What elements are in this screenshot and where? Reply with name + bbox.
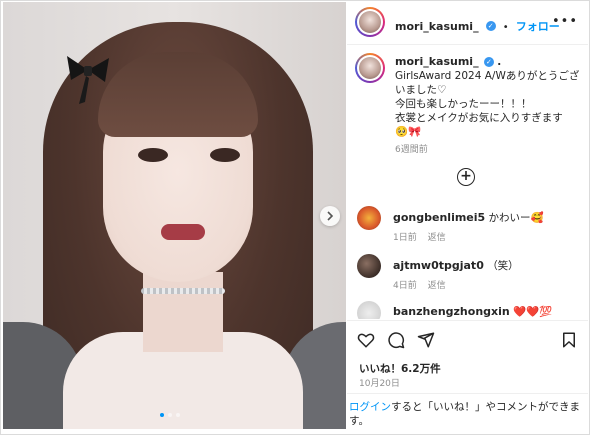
- caption-username-row: mori_kasumi_ ✓ .: [395, 55, 502, 68]
- share-icon[interactable]: [417, 331, 435, 349]
- carousel-next-button[interactable]: [320, 206, 340, 226]
- login-link[interactable]: ログイン: [349, 401, 391, 413]
- comment-username[interactable]: ajtmw0tpgjat0: [393, 259, 484, 272]
- hair-bow: [67, 56, 109, 104]
- more-options-icon[interactable]: •••: [552, 14, 578, 29]
- caption-dot: .: [497, 56, 502, 68]
- post-header: mori_kasumi_ ✓ • フォロー •••: [347, 0, 588, 45]
- post-actions: [347, 320, 588, 361]
- heart-icon[interactable]: [357, 331, 375, 349]
- photo-lips: [161, 224, 205, 240]
- carousel-dot: [160, 413, 164, 417]
- comment-body: banzhengzhongxin ❤️❤️💯: [393, 305, 552, 318]
- photo-eye-left: [138, 148, 168, 162]
- comment-text: かわいー🥰: [488, 212, 544, 224]
- verified-badge-icon: ✓: [485, 20, 496, 31]
- comment-username[interactable]: gongbenlimei5: [393, 211, 485, 224]
- comment-time: 4日前: [393, 281, 417, 291]
- photo-necklace: [141, 288, 225, 294]
- post-date[interactable]: 10月20日: [359, 376, 400, 389]
- caption-username[interactable]: mori_kasumi_: [395, 55, 479, 68]
- comment-text: （笑）: [487, 260, 519, 272]
- caption-line: 衣裳とメイクがお気に入りすぎます: [395, 112, 563, 124]
- comment-avatar[interactable]: [357, 206, 381, 230]
- header-username[interactable]: mori_kasumi_: [395, 20, 479, 33]
- comment-time: 1日前: [393, 233, 417, 243]
- comment-text: ❤️❤️💯: [513, 306, 553, 318]
- carousel-dot: [176, 413, 180, 417]
- caption-line: GirlsAward 2024 A/Wありがとうござ: [395, 70, 580, 82]
- like-count[interactable]: いいね！6.2万件: [359, 361, 441, 376]
- caption-line: 今回も楽しかったーー！！！: [395, 98, 532, 110]
- header-separator: •: [502, 22, 509, 33]
- comment-avatar[interactable]: [357, 301, 381, 319]
- comment-avatar[interactable]: [357, 254, 381, 278]
- carousel-dot: [168, 413, 172, 417]
- caption-line: 🥺🎀: [395, 126, 422, 138]
- post-photo[interactable]: [3, 2, 346, 429]
- photo-neck: [143, 272, 223, 352]
- photo-eye-right: [210, 148, 240, 162]
- comment-meta: 1日前 返信: [393, 230, 454, 243]
- avatar-image: [359, 11, 381, 33]
- comment-icon[interactable]: [387, 331, 405, 349]
- caption-time[interactable]: 6週間前: [395, 143, 580, 157]
- comment-reply-button[interactable]: 返信: [428, 281, 446, 291]
- comment-body: ajtmw0tpgjat0 （笑）: [393, 258, 519, 273]
- chevron-right-icon: [327, 211, 334, 221]
- avatar-image: [359, 57, 381, 79]
- author-avatar[interactable]: [355, 7, 385, 37]
- caption-author-avatar[interactable]: [355, 53, 385, 83]
- post-side-panel: mori_kasumi_ ✓ • フォロー ••• mori_kasumi_ ✓…: [347, 0, 588, 433]
- add-circle-icon[interactable]: +: [457, 168, 475, 186]
- carousel-dots: [160, 413, 180, 417]
- header-user-row: mori_kasumi_ ✓ • フォロー: [395, 15, 560, 34]
- comment-body: gongbenlimei5 かわいー🥰: [393, 210, 544, 225]
- caption-line: いました♡: [395, 84, 447, 96]
- bookmark-icon[interactable]: [560, 331, 578, 349]
- comment-reply-button[interactable]: 返信: [428, 233, 446, 243]
- comment-username[interactable]: banzhengzhongxin: [393, 305, 510, 318]
- comment-meta: 4日前 返信: [393, 278, 454, 291]
- login-prompt: ログインすると「いいね！」やコメントができます。: [347, 393, 588, 428]
- verified-badge-icon: ✓: [483, 57, 494, 67]
- comment-item: banzhengzhongxin ❤️❤️💯: [357, 301, 582, 319]
- post-caption: mori_kasumi_ ✓ . GirlsAward 2024 A/Wありがと…: [395, 55, 580, 157]
